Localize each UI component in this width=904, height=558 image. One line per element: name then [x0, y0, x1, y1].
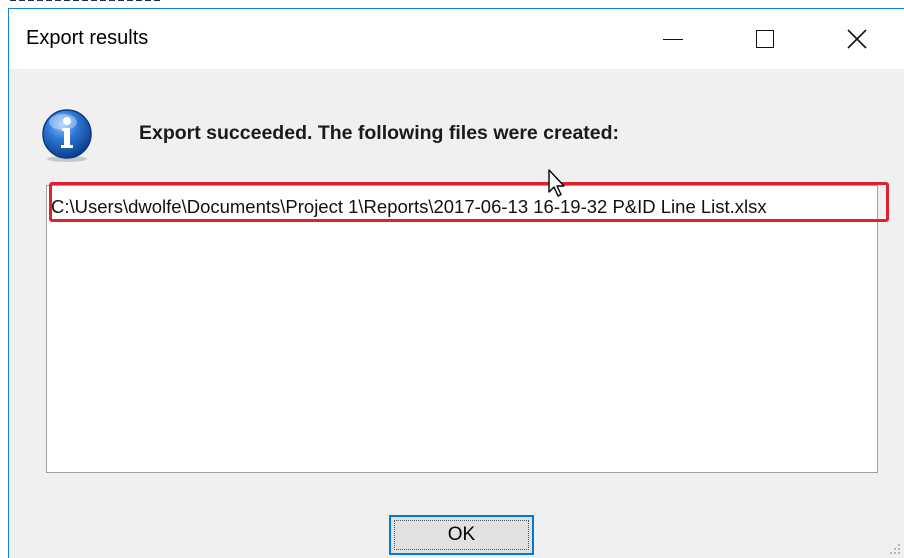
minimize-icon — [663, 38, 683, 40]
export-results-dialog: Export results Export succeeded. The fol… — [8, 8, 904, 558]
created-files-list[interactable]: C:\Users\dwolfe\Documents\Project 1\Repo… — [46, 185, 878, 473]
resize-grip-icon[interactable] — [887, 541, 901, 555]
close-icon — [847, 29, 867, 49]
maximize-icon — [756, 30, 774, 48]
minimize-button[interactable] — [627, 9, 719, 69]
window-title: Export results — [26, 27, 149, 49]
list-item[interactable]: C:\Users\dwolfe\Documents\Project 1\Repo… — [51, 192, 873, 222]
title-bar[interactable]: Export results — [9, 9, 904, 69]
mouse-pointer-icon — [548, 169, 565, 197]
ok-button-label: OK — [447, 524, 476, 545]
ok-button[interactable]: OK — [389, 515, 534, 555]
info-icon — [42, 109, 92, 162]
close-button[interactable] — [811, 9, 903, 69]
maximize-button[interactable] — [719, 9, 811, 69]
success-message: Export succeeded. The following files we… — [139, 122, 620, 144]
background-window-text — [10, 0, 160, 7]
